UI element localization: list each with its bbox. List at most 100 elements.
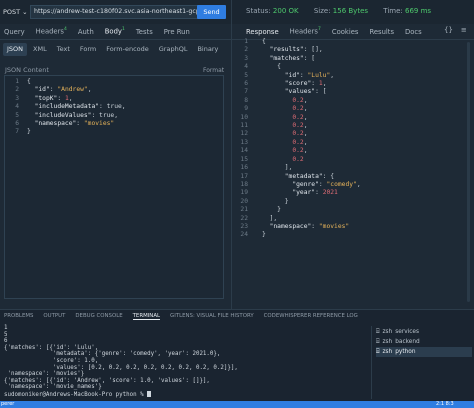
content-label: JSON Content xyxy=(5,66,49,74)
body-tab-text[interactable]: Text xyxy=(53,43,74,56)
tab-body[interactable]: Body1 xyxy=(104,27,125,41)
tab-query[interactable]: Query xyxy=(4,28,25,36)
response-line-number: 6 xyxy=(244,80,248,88)
request-line-numbers: 1234567 xyxy=(5,78,19,137)
response-code-line: 0.2, xyxy=(292,96,308,104)
response-tab-headers[interactable]: Headers7 xyxy=(290,27,321,35)
terminal-list: ⌸ zsh services ⌸ zsh backend ⌸ zsh python xyxy=(376,327,472,357)
tab-headers[interactable]: Headers4 xyxy=(36,27,67,35)
terminal-label: services xyxy=(395,329,420,335)
tab-pre-run[interactable]: Pre Run xyxy=(164,28,190,36)
pane-divider[interactable] xyxy=(231,0,232,309)
request-code-line: } xyxy=(27,128,31,136)
method-select[interactable]: POST ⌄ xyxy=(3,5,31,19)
response-code-line: } xyxy=(262,197,289,205)
terminal-line: {'matches': [{'id': 'Andrew', 'score': 1… xyxy=(4,377,210,384)
terminal-output[interactable]: 1 5 6 {'matches': [{'id': 'Lulu', 'metadata… xyxy=(4,325,238,399)
response-line-number: 4 xyxy=(244,63,248,71)
terminal-line: 'namespace': 'movie_names'} xyxy=(4,384,102,391)
terminal-label: python xyxy=(395,349,416,355)
terminal-line: 'score': 1.0, xyxy=(4,357,99,364)
request-code-line: "namespace": "movies" xyxy=(34,120,115,128)
response-code-line: "values": [ xyxy=(284,88,327,96)
terminal-item-services[interactable]: ⌸ zsh services xyxy=(376,327,472,337)
response-line-number: 9 xyxy=(244,105,248,113)
send-button[interactable]: Send xyxy=(197,5,226,19)
request-code-line: "includeValues": true, xyxy=(34,111,119,119)
panel-tab-gitlens-visual-file-history[interactable]: GITLENS: VISUAL FILE HISTORY xyxy=(170,313,254,320)
panel-tab-codewhisperer-reference-log[interactable]: CODEWHISPERER REFERENCE LOG xyxy=(264,313,358,320)
body-tab-json[interactable]: JSON xyxy=(3,43,28,56)
request-code[interactable]: { "id": "Andrew", "topK": 1, "includeMet… xyxy=(27,78,126,137)
response-line-number: 17 xyxy=(240,172,248,180)
response-line-number: 5 xyxy=(244,71,248,79)
terminal-line: 'namespace': 'movies'} xyxy=(4,371,85,378)
response-code-line: ], xyxy=(262,164,293,172)
url-input[interactable]: https://andrew-test-c180f02.svc.asia-nor… xyxy=(30,5,200,19)
response-line-number: 24 xyxy=(240,231,248,239)
terminal-item-backend[interactable]: ⌸ zsh backend xyxy=(376,337,472,347)
panel-tabs: PROBLEMS OUTPUT DEBUG CONSOLE TERMINAL GITLE… xyxy=(4,313,358,320)
response-code-line: "matches": [ xyxy=(269,54,316,62)
terminal-icon: ⌸ xyxy=(376,338,380,345)
status-bar xyxy=(0,401,474,408)
response-code-line: 0.2, xyxy=(292,138,308,146)
response-line-number: 23 xyxy=(240,222,248,230)
braces-icon[interactable]: {} xyxy=(444,26,453,34)
response-code-line: "score": 1, xyxy=(284,80,327,88)
terminal-list-divider xyxy=(371,326,372,399)
status-right: 2:1 8:3 xyxy=(436,401,454,407)
menu-icon[interactable]: ≡ xyxy=(461,26,467,34)
body-tab-form[interactable]: Form xyxy=(76,43,100,56)
response-line-number: 13 xyxy=(240,138,248,146)
response-tab-results[interactable]: Results xyxy=(369,28,394,36)
response-tab-docs[interactable]: Docs xyxy=(405,28,422,36)
response-line-number: 14 xyxy=(240,147,248,155)
response-line-number: 10 xyxy=(240,113,248,121)
tab-badge: 1 xyxy=(121,27,125,33)
tab-badge: 4 xyxy=(63,27,67,33)
response-code-line: 0.2, xyxy=(292,105,308,113)
response-line-number: 21 xyxy=(240,206,248,214)
tab-tests[interactable]: Tests xyxy=(136,28,153,36)
body-tab-graphql[interactable]: GraphQL xyxy=(155,43,192,56)
response-status: Status: 200 OK Size: 156 Bytes Time: 669… xyxy=(246,7,432,15)
response-code-line: ], xyxy=(262,214,278,222)
format-button[interactable]: Format xyxy=(203,67,224,74)
body-tab-xml[interactable]: XML xyxy=(29,43,51,56)
response-code-line: "metadata": { xyxy=(284,172,335,180)
body-tab-form-encode[interactable]: Form-encode xyxy=(102,43,153,56)
response-code-line: "year": 2021 xyxy=(292,189,338,197)
cursor-icon xyxy=(147,390,152,397)
response-tabs: Response Headers7 Cookies Results Docs xyxy=(246,24,433,40)
terminal-line: {'matches': [{'id': 'Lulu', xyxy=(4,344,99,351)
response-line-number: 18 xyxy=(240,180,248,188)
terminal-icon: ⌸ xyxy=(376,328,380,335)
terminal-label: backend xyxy=(395,339,420,345)
response-tab-response[interactable]: Response xyxy=(246,28,279,40)
tab-auth[interactable]: Auth xyxy=(78,28,94,36)
terminal-name: zsh xyxy=(382,339,393,345)
request-line-number: 4 xyxy=(15,103,19,111)
panel-tab-debug-console[interactable]: DEBUG CONSOLE xyxy=(75,313,122,320)
response-code: { "results": [], "matches": [ { "id": "L… xyxy=(262,38,361,240)
response-line-number: 2 xyxy=(244,46,248,54)
request-tabs: Query Headers4 Auth Body1 Tests Pre Run xyxy=(4,24,201,41)
request-code-line: "includeMetadata": true, xyxy=(34,103,126,111)
panel-tab-problems[interactable]: PROBLEMS xyxy=(4,313,33,320)
response-line-number: 7 xyxy=(244,88,248,96)
response-code-line: "genre": "comedy", xyxy=(292,180,361,188)
terminal-line: 'values': [0.2, 0.2, 0.2, 0.2, 0.2, 0.2,… xyxy=(4,364,238,371)
response-line-number: 20 xyxy=(240,197,248,205)
body-tab-binary[interactable]: Binary xyxy=(193,43,222,56)
response-code-line: } xyxy=(262,206,281,214)
response-scrollbar[interactable] xyxy=(467,42,470,302)
terminal-item-python[interactable]: ⌸ zsh python xyxy=(376,347,472,357)
chevron-down-icon: ⌄ xyxy=(22,8,28,16)
panel-tab-terminal[interactable]: TERMINAL xyxy=(132,313,161,320)
status-left: perer xyxy=(1,401,15,407)
response-tab-cookies[interactable]: Cookies xyxy=(332,28,359,36)
response-code-line: "id": "Lulu", xyxy=(284,71,335,79)
request-line-number: 5 xyxy=(15,111,19,119)
panel-tab-output[interactable]: OUTPUT xyxy=(43,313,65,320)
